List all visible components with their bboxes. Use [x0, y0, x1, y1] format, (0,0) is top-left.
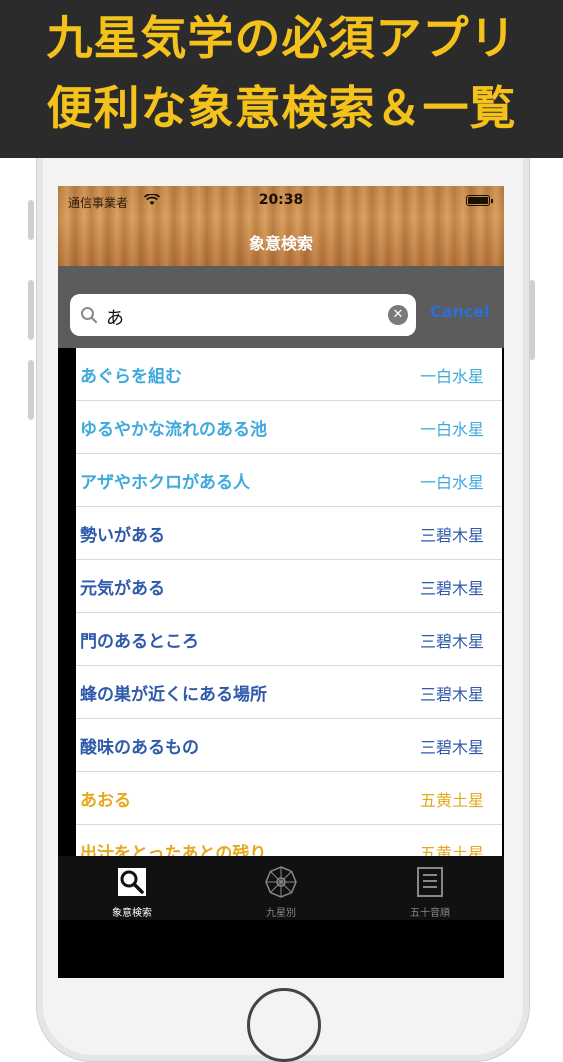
result-row[interactable]: 酸味のあるもの 三碧木星 — [76, 719, 502, 772]
promo-banner: 九星気学の必須アプリ 便利な象意検索＆一覧 — [0, 0, 563, 158]
result-row[interactable]: あおる 五黄土星 — [76, 772, 502, 825]
result-term: 門のあるところ — [80, 632, 199, 652]
result-term: 蜂の巣が近くにある場所 — [80, 685, 267, 705]
search-input[interactable]: あ ✕ — [70, 294, 416, 336]
result-star: 三碧木星 — [419, 526, 484, 545]
result-star: 五黄土星 — [419, 844, 484, 856]
tab-label: 五十音順 — [410, 908, 450, 919]
result-row[interactable]: 門のあるところ 三碧木星 — [76, 613, 502, 666]
page-title: 象意検索 — [248, 234, 313, 253]
phone-volume-up — [28, 280, 34, 340]
result-row[interactable]: 勢いがある 三碧木星 — [76, 507, 502, 560]
result-row[interactable]: 蜂の巣が近くにある場所 三碧木星 — [76, 666, 502, 719]
tab-bar: 象意検索 九星別 五十音順 — [58, 856, 504, 920]
result-term: 出汁をとったあとの残り — [80, 844, 267, 856]
navigation-bar: 通信事業者 20:38 象意検索 — [58, 186, 504, 266]
kyusei-wheel-icon — [265, 866, 297, 898]
result-row[interactable]: 元気がある 三碧木星 — [76, 560, 502, 613]
search-icon — [116, 866, 148, 898]
result-star: 三碧木星 — [419, 632, 484, 651]
result-list: あぐらを組む 一白水星 ゆるやかな流れのある池 一白水星 アザやホクロがある人 一白水星勢… — [76, 348, 502, 856]
phone-side-button — [28, 200, 34, 240]
result-star: 三碧木星 — [419, 738, 484, 757]
cancel-button[interactable]: Cancel — [430, 302, 490, 321]
result-star: 一白水星 — [419, 420, 484, 439]
result-star: 三碧木星 — [419, 685, 484, 704]
tab-label: 象意検索 — [112, 908, 152, 919]
app-screen: 通信事業者 20:38 象意検索 あ ✕ Cancel あぐらを組む 一白水星 ゆる… — [58, 186, 504, 978]
result-term: アザやホクロがある人 — [80, 473, 250, 493]
status-bar: 通信事業者 20:38 — [58, 192, 504, 212]
result-term: 勢いがある — [80, 526, 165, 546]
result-row[interactable]: ゆるやかな流れのある池 一白水星 — [76, 401, 502, 454]
phone-volume-down — [28, 360, 34, 420]
tab-search[interactable]: 象意検索 — [58, 856, 206, 920]
promo-headline-1: 九星気学の必須アプリ — [46, 11, 517, 65]
result-term: 元気がある — [80, 579, 165, 599]
tab-label: 九星別 — [266, 908, 296, 919]
promo-headline-2: 便利な象意検索＆一覧 — [46, 81, 517, 135]
result-star: 一白水星 — [419, 473, 484, 492]
search-query[interactable]: あ — [106, 304, 124, 330]
search-bar: あ ✕ Cancel — [58, 266, 504, 348]
phone-power-button — [529, 280, 535, 360]
tab-by-star[interactable]: 九星別 — [207, 856, 355, 920]
result-term: あぐらを組む — [80, 367, 182, 387]
phone-home-button[interactable] — [247, 988, 321, 1062]
list-icon — [414, 866, 446, 898]
battery-icon — [466, 195, 493, 206]
result-term: ゆるやかな流れのある池 — [80, 420, 267, 440]
result-term: あおる — [80, 791, 131, 811]
result-star: 一白水星 — [419, 367, 484, 386]
result-star: 五黄土星 — [419, 791, 484, 810]
tab-gojuon[interactable]: 五十音順 — [356, 856, 504, 920]
magnifier-icon — [81, 307, 98, 324]
result-star: 三碧木星 — [419, 579, 484, 598]
result-row[interactable]: アザやホクロがある人 一白水星 — [76, 454, 502, 507]
result-term: 酸味のあるもの — [80, 738, 199, 758]
result-row[interactable]: あぐらを組む 一白水星 — [76, 348, 502, 401]
clear-icon[interactable]: ✕ — [388, 305, 408, 325]
result-row[interactable]: 出汁をとったあとの残り 五黄土星 — [76, 825, 502, 856]
status-time: 20:38 — [258, 192, 304, 208]
